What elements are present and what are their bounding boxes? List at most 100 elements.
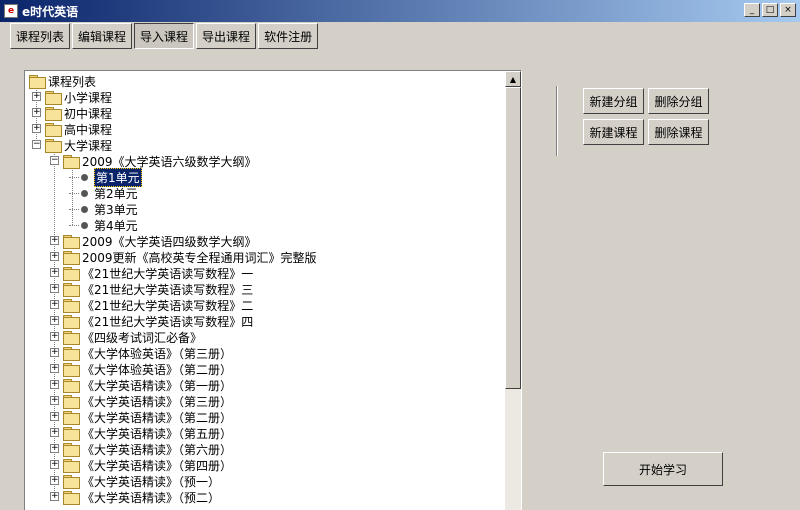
tree-item-label: 《大学英语精读》（第四册）	[82, 458, 233, 473]
tree-folder-item[interactable]: 2009《大学英语六级数学大纲》	[63, 153, 257, 169]
expand-plus-icon[interactable]: +	[50, 460, 59, 469]
tree-unit-item[interactable]: 第3单元	[81, 201, 138, 217]
tree-folder-item[interactable]: 2009更新《高校英专全程通用词汇》完整版	[63, 249, 317, 265]
folder-icon	[63, 427, 80, 441]
tree-item-label: 《大学英语精读》（预一）	[82, 474, 221, 489]
expand-plus-icon[interactable]: +	[50, 428, 59, 437]
tree-item-label: 《21世纪大学英语读写数程》三	[82, 282, 254, 297]
tree-folder-item[interactable]: 课程列表	[29, 73, 96, 89]
tree-connector	[69, 225, 79, 226]
tree-folder-item[interactable]: 大学课程	[45, 137, 112, 153]
import-course-button[interactable]: 导入课程	[134, 23, 195, 49]
scroll-up-arrow-icon[interactable]: ▲	[505, 71, 521, 87]
tree-item-label: 《大学英语精读》（第一册）	[82, 378, 233, 393]
tree-folder-item[interactable]: 初中课程	[45, 105, 112, 121]
expand-plus-icon[interactable]: +	[50, 316, 59, 325]
tree-folder-item[interactable]: 《大学英语精读》（第四册）	[63, 457, 232, 473]
expand-plus-icon[interactable]: +	[32, 92, 41, 101]
tree-folder-item[interactable]: 《大学英语精读》（第二册）	[63, 409, 232, 425]
tree-folder-item[interactable]: 高中课程	[45, 121, 112, 137]
tree-unit-item[interactable]: 第4单元	[81, 217, 138, 233]
folder-icon	[63, 267, 80, 281]
expand-plus-icon[interactable]: +	[50, 492, 59, 501]
tree-folder-item[interactable]: 《大学英语精读》（预二）	[63, 489, 220, 505]
collapse-minus-icon[interactable]: −	[50, 156, 59, 165]
expand-plus-icon[interactable]: +	[50, 332, 59, 341]
tree-connector	[69, 177, 79, 178]
tree-folder-item[interactable]: 《大学体验英语》（第二册）	[63, 361, 232, 377]
tree-item-label: 2009更新《高校英专全程通用词汇》完整版	[82, 250, 317, 265]
tree-item-label: 《21世纪大学英语读写数程》一	[82, 266, 254, 281]
close-button[interactable]: ×	[780, 3, 796, 17]
separator	[556, 86, 558, 156]
expand-plus-icon[interactable]: +	[50, 396, 59, 405]
folder-icon	[63, 411, 80, 425]
expand-plus-icon[interactable]: +	[50, 380, 59, 389]
tree-folder-item[interactable]: 《21世纪大学英语读写数程》二	[63, 297, 253, 313]
expand-plus-icon[interactable]: +	[50, 348, 59, 357]
expand-plus-icon[interactable]: +	[50, 268, 59, 277]
expand-plus-icon[interactable]: +	[32, 108, 41, 117]
collapse-minus-icon[interactable]: −	[32, 140, 41, 149]
folder-icon	[63, 155, 80, 169]
tree-item-label: 《大学体验英语》（第二册）	[82, 362, 233, 377]
folder-icon	[63, 251, 80, 265]
tree-folder-item[interactable]: 《21世纪大学英语读写数程》一	[63, 265, 253, 281]
tree-folder-item[interactable]: 《大学英语精读》（第五册）	[63, 425, 232, 441]
new-course-button[interactable]: 新建课程	[583, 119, 644, 145]
tree-folder-item[interactable]: 2009《大学英语四级数学大纲》	[63, 233, 257, 249]
tree-item-label: 大学课程	[64, 138, 113, 153]
folder-icon	[45, 139, 62, 153]
tree-item-label: 《四级考试词汇必备》	[82, 330, 203, 345]
title-bar[interactable]: e e时代英语 _ □ ×	[0, 0, 800, 22]
tree-folder-item[interactable]: 小学课程	[45, 89, 112, 105]
bullet-icon	[81, 173, 88, 181]
tree-item-label: 《大学英语精读》（第五册）	[82, 426, 233, 441]
tree-item-label: 课程列表	[48, 74, 97, 89]
course-tree-panel[interactable]: 课程列表 + 小学课程 + 初中课程 + 高中课程 − 大学课程 −2009《大学英语六级数学大纲…	[24, 70, 522, 510]
tree-item-label: 第3单元	[94, 202, 138, 217]
tree-folder-item[interactable]: 《四级考试词汇必备》	[63, 329, 202, 345]
tree-folder-item[interactable]: 《大学英语精读》（第三册）	[63, 393, 232, 409]
folder-icon	[63, 315, 80, 329]
tree-unit-item[interactable]: 第2单元	[81, 185, 138, 201]
expand-plus-icon[interactable]: +	[50, 476, 59, 485]
tree-folder-item[interactable]: 《21世纪大学英语读写数程》四	[63, 313, 253, 329]
course-list-button[interactable]: 课程列表	[10, 23, 71, 49]
tree-folder-item[interactable]: 《大学体验英语》（第三册）	[63, 345, 232, 361]
tree-unit-item[interactable]: 第1单元	[81, 167, 142, 187]
tree-folder-item[interactable]: 《大学英语精读》（第六册）	[63, 441, 232, 457]
maximize-button[interactable]: □	[762, 3, 778, 17]
expand-plus-icon[interactable]: +	[50, 444, 59, 453]
tree-item-label: 2009《大学英语四级数学大纲》	[82, 234, 257, 249]
tree-folder-item[interactable]: 《大学英语精读》（预一）	[63, 473, 220, 489]
delete-group-button[interactable]: 删除分组	[648, 88, 709, 114]
scroll-thumb[interactable]	[505, 87, 521, 389]
new-group-button[interactable]: 新建分组	[583, 88, 644, 114]
expand-plus-icon[interactable]: +	[50, 284, 59, 293]
bullet-icon	[81, 189, 88, 197]
tree-item-label: 《大学英语精读》（预二）	[82, 490, 221, 505]
expand-plus-icon[interactable]: +	[50, 300, 59, 309]
vertical-scrollbar[interactable]: ▲	[505, 71, 521, 510]
app-icon[interactable]: e	[4, 4, 18, 18]
expand-plus-icon[interactable]: +	[50, 236, 59, 245]
expand-plus-icon[interactable]: +	[50, 412, 59, 421]
start-learning-button[interactable]: 开始学习	[603, 452, 723, 486]
expand-plus-icon[interactable]: +	[50, 364, 59, 373]
expand-plus-icon[interactable]: +	[32, 124, 41, 133]
folder-icon	[63, 379, 80, 393]
tree-item-label: 高中课程	[64, 122, 113, 137]
tree-folder-item[interactable]: 《21世纪大学英语读写数程》三	[63, 281, 253, 297]
bullet-icon	[81, 221, 88, 229]
expand-plus-icon[interactable]: +	[50, 252, 59, 261]
minimize-button[interactable]: _	[744, 3, 760, 17]
export-course-button[interactable]: 导出课程	[196, 23, 257, 49]
folder-icon	[63, 395, 80, 409]
delete-course-button[interactable]: 删除课程	[648, 119, 709, 145]
tree-item-label: 《大学英语精读》（第二册）	[82, 410, 233, 425]
tree-folder-item[interactable]: 《大学英语精读》（第一册）	[63, 377, 232, 393]
register-software-button[interactable]: 软件注册	[258, 23, 319, 49]
folder-icon	[63, 347, 80, 361]
edit-course-button[interactable]: 编辑课程	[72, 23, 133, 49]
